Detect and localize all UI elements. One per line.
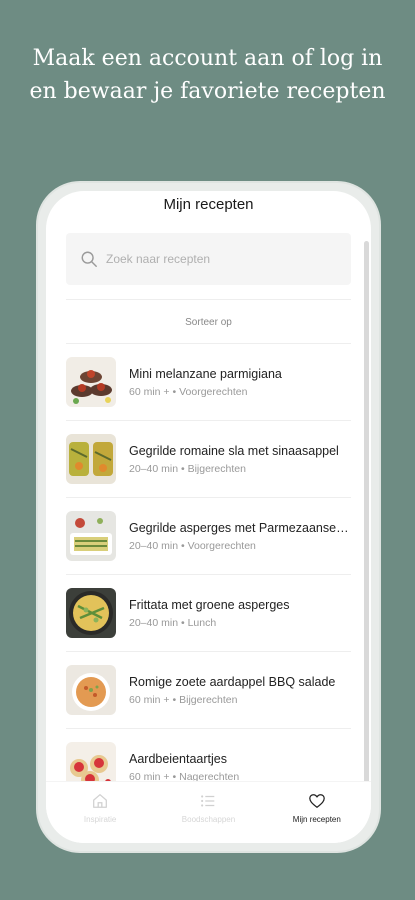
recipe-item[interactable]: Gegrilde romaine sla met sinaasappel 20–… [66,421,351,498]
recipe-thumbnail [66,434,116,484]
app-screen: Mijn recepten Sorteer op [46,191,371,843]
tab-label: Mijn recepten [292,815,341,824]
recipe-meta: 60 min + • Voorgerechten [129,385,248,398]
tab-boodschappen[interactable]: Boodschappen [154,782,262,843]
heart-icon [308,794,325,808]
recipe-item[interactable]: Mini melanzane parmigiana 60 min + • Voo… [66,344,351,421]
recipe-item[interactable]: Frittata met groene asperges 20–40 min •… [66,575,351,652]
recipe-thumbnail [66,357,116,407]
divider [66,299,351,300]
recipe-meta: 60 min + • Bijgerechten [129,693,238,706]
tab-mijn-recepten[interactable]: Mijn recepten [263,782,371,843]
search-bar[interactable] [66,233,351,285]
list-icon [201,795,215,807]
phone-frame: Mijn recepten Sorteer op [36,181,381,853]
recipe-name: Mini melanzane parmigiana [129,366,282,381]
tab-label: Inspiratie [83,815,117,824]
tab-inspiratie[interactable]: Inspiratie [46,782,154,843]
recipe-name: Gegrilde asperges met Parmezaanse kaas [129,520,351,535]
recipe-name: Gegrilde romaine sla met sinaasappel [129,443,339,458]
recipe-meta: 20–40 min • Voorgerechten [129,539,256,552]
recipe-item[interactable]: Romige zoete aardappel BBQ salade 60 min… [66,652,351,729]
tab-label: Boodschappen [181,815,236,824]
recipe-thumbnail [66,588,116,638]
recipe-list: Mini melanzane parmigiana 60 min + • Voo… [66,344,351,806]
page-title: Mijn recepten [163,196,254,213]
recipe-meta: 20–40 min • Bijgerechten [129,462,246,475]
recipe-meta: 20–40 min • Lunch [129,616,217,629]
recipe-name: Romige zoete aardappel BBQ salade [129,674,336,689]
recipe-name: Frittata met groene asperges [129,597,290,612]
headline: Maak een account aan of log in en bewaar… [29,46,386,104]
search-icon [81,251,97,267]
search-input[interactable] [106,252,306,266]
tab-bar: Inspiratie Boodschappen Mijn recepten [46,781,371,843]
home-icon [93,794,108,808]
recipe-item[interactable]: Gegrilde asperges met Parmezaanse kaas 2… [66,498,351,575]
sort-button[interactable]: Sorteer op [46,317,371,328]
recipe-thumbnail [66,665,116,715]
recipe-name: Aardbeientaartjes [129,751,227,766]
recipe-thumbnail [66,511,116,561]
